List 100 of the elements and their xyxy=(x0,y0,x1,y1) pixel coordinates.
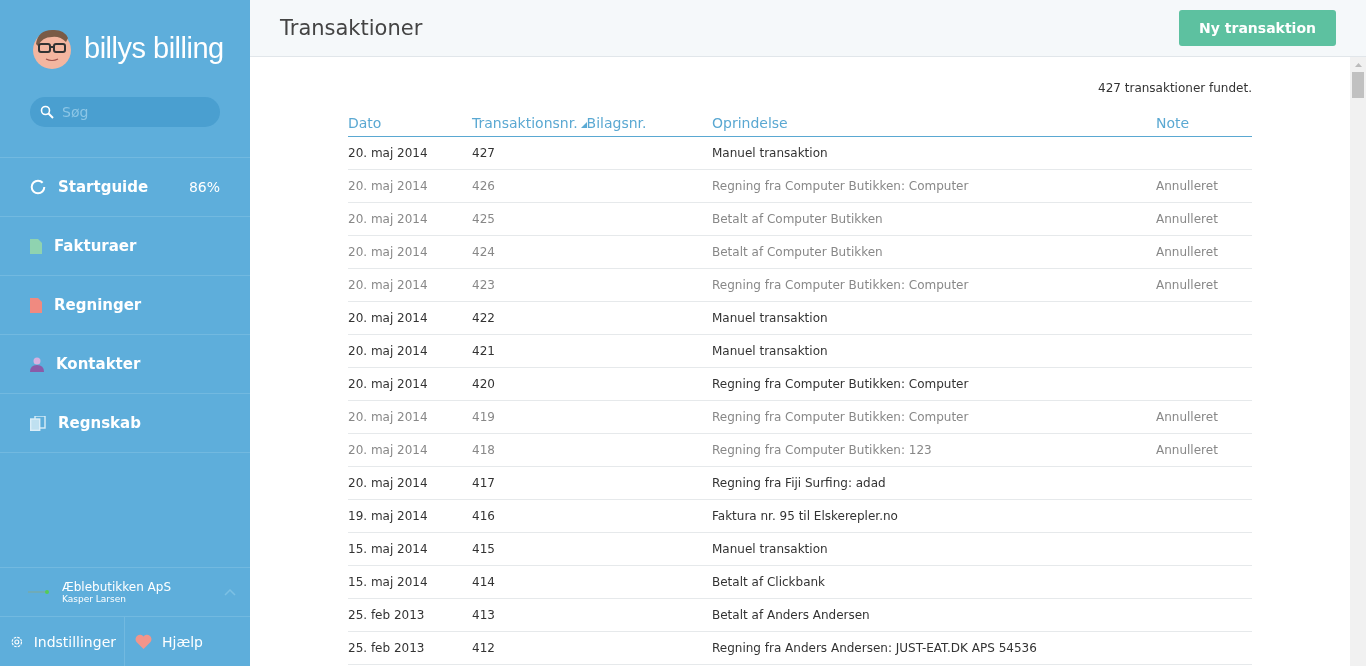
search-field[interactable]: Søg xyxy=(30,97,220,127)
date-cell: 20. maj 2014 xyxy=(348,278,428,292)
new-transaction-button[interactable]: Ny transaktion xyxy=(1179,10,1336,46)
company-logo-icon xyxy=(28,589,50,595)
sort-triangle-icon xyxy=(580,122,587,128)
scrollbar-thumb[interactable] xyxy=(1352,72,1364,98)
column-header[interactable]: Bilagsnr. xyxy=(586,115,647,131)
origin-cell: Faktura nr. 95 til Elskerepler.no xyxy=(712,509,898,523)
table-row[interactable]: 20. maj 2014 423 Regning fra Computer Butikken: Computer Annulleret xyxy=(348,268,1252,302)
origin-cell: Regning fra Computer Butikken: Computer xyxy=(712,410,969,424)
scrollbar[interactable] xyxy=(1350,57,1366,666)
note-cell: Annulleret xyxy=(1156,245,1218,259)
table-row[interactable]: 20. maj 2014 420 Regning fra Computer Butikken: Computer xyxy=(348,367,1252,401)
table-row[interactable]: 20. maj 2014 424 Betalt af Computer Butikken Annulleret xyxy=(348,235,1252,269)
date-cell: 15. maj 2014 xyxy=(348,542,428,556)
nav-item[interactable]: Fakturaer xyxy=(0,217,250,276)
page-title: Transaktioner xyxy=(280,16,423,40)
chevron-up-icon xyxy=(224,588,236,596)
origin-cell: Regning fra Computer Butikken: Computer xyxy=(712,278,969,292)
origin-cell: Regning fra Anders Andersen: JUST-EAT.DK APS 54536 xyxy=(712,641,1037,655)
number-cell: 420 xyxy=(472,377,495,391)
number-cell: 427 xyxy=(472,146,495,160)
date-cell: 25. feb 2013 xyxy=(348,641,425,655)
origin-cell: Regning fra Computer Butikken: Computer xyxy=(712,179,969,193)
column-header[interactable]: Note xyxy=(1156,115,1190,131)
user-name: Kasper Larsen xyxy=(62,594,127,604)
origin-cell: Betalt af Anders Andersen xyxy=(712,608,870,622)
number-cell: 413 xyxy=(472,608,495,622)
date-cell: 20. maj 2014 xyxy=(348,344,428,358)
nav-item[interactable]: Regnskab xyxy=(0,394,250,453)
date-cell: 20. maj 2014 xyxy=(348,443,428,457)
table-row[interactable]: 25. feb 2013 413 Betalt af Anders Andersen xyxy=(348,598,1252,632)
date-cell: 20. maj 2014 xyxy=(348,377,428,391)
search-icon xyxy=(40,105,54,119)
logo-text: billys billing xyxy=(84,31,224,65)
table-row[interactable]: 20. maj 2014 422 Manuel transaktion xyxy=(348,301,1252,335)
origin-cell: Manuel transaktion xyxy=(712,146,828,160)
document-icon xyxy=(30,297,42,313)
number-cell: 425 xyxy=(472,212,495,226)
account-switcher[interactable]: Æblebutikken ApS Kasper Larsen xyxy=(0,567,250,616)
column-header[interactable]: Dato xyxy=(348,115,382,131)
number-cell: 419 xyxy=(472,410,495,424)
number-cell: 412 xyxy=(472,641,495,655)
table-row[interactable]: 20. maj 2014 417 Regning fra Fiji Surfing: adad xyxy=(348,466,1252,500)
number-cell: 426 xyxy=(472,179,495,193)
footer-link[interactable]: Indstillinger xyxy=(0,617,125,666)
date-cell: 20. maj 2014 xyxy=(348,212,428,226)
origin-cell: Regning fra Computer Butikken: Computer xyxy=(712,377,969,391)
date-cell: 25. feb 2013 xyxy=(348,608,425,622)
company-name: Æblebutikken ApS xyxy=(62,580,172,594)
origin-cell: Manuel transaktion xyxy=(712,311,828,325)
date-cell: 15. maj 2014 xyxy=(348,575,428,589)
number-cell: 417 xyxy=(472,476,495,490)
origin-cell: Regning fra Fiji Surfing: adad xyxy=(712,476,886,490)
number-cell: 418 xyxy=(472,443,495,457)
footer-link[interactable]: Hjælp xyxy=(125,617,211,666)
table-row[interactable]: 25. feb 2013 412 Regning fra Anders Andersen: JUST-EAT.DK APS 54536 xyxy=(348,631,1252,665)
number-cell: 422 xyxy=(472,311,495,325)
origin-cell: Regning fra Computer Butikken: 123 xyxy=(712,443,932,457)
documents-icon xyxy=(30,415,46,431)
date-cell: 20. maj 2014 xyxy=(348,311,428,325)
table-row[interactable]: 20. maj 2014 419 Regning fra Computer Butikken: Computer Annulleret xyxy=(348,400,1252,434)
progress-ring-icon xyxy=(30,179,46,195)
person-icon xyxy=(30,356,44,372)
note-cell: Annulleret xyxy=(1156,443,1218,457)
note-cell: Annulleret xyxy=(1156,179,1218,193)
heart-icon xyxy=(135,634,152,649)
column-header[interactable]: Transaktionsnr. xyxy=(472,115,587,131)
number-cell: 421 xyxy=(472,344,495,358)
note-cell: Annulleret xyxy=(1156,212,1218,226)
table-row[interactable]: 20. maj 2014 426 Regning fra Computer Butikken: Computer Annulleret xyxy=(348,169,1252,203)
table-row[interactable]: 20. maj 2014 421 Manuel transaktion xyxy=(348,334,1252,368)
number-cell: 424 xyxy=(472,245,495,259)
scroll-up-arrow-icon[interactable] xyxy=(1354,63,1362,67)
document-icon xyxy=(30,238,42,254)
nav-item[interactable]: Kontakter xyxy=(0,335,250,394)
note-cell: Annulleret xyxy=(1156,278,1218,292)
date-cell: 20. maj 2014 xyxy=(348,410,428,424)
date-cell: 20. maj 2014 xyxy=(348,245,428,259)
number-cell: 414 xyxy=(472,575,495,589)
number-cell: 416 xyxy=(472,509,495,523)
table-row[interactable]: 15. maj 2014 414 Betalt af Clickbank xyxy=(348,565,1252,599)
column-header[interactable]: Oprindelse xyxy=(712,115,788,131)
table-row[interactable]: 20. maj 2014 425 Betalt af Computer Butikken Annulleret xyxy=(348,202,1252,236)
date-cell: 19. maj 2014 xyxy=(348,509,428,523)
origin-cell: Betalt af Computer Butikken xyxy=(712,245,883,259)
nav-item[interactable]: Startguide 86% xyxy=(0,158,250,217)
table-row[interactable]: 19. maj 2014 416 Faktura nr. 95 til Elskerepler.no xyxy=(348,499,1252,533)
origin-cell: Betalt af Clickbank xyxy=(712,575,826,589)
number-cell: 415 xyxy=(472,542,495,556)
note-cell: Annulleret xyxy=(1156,410,1218,424)
table-row[interactable]: 20. maj 2014 427 Manuel transaktion xyxy=(348,136,1252,170)
date-cell: 20. maj 2014 xyxy=(348,179,428,193)
table-row[interactable]: 15. maj 2014 415 Manuel transaktion xyxy=(348,532,1252,566)
table-row[interactable]: 20. maj 2014 418 Regning fra Computer Butikken: 123 Annulleret xyxy=(348,433,1252,467)
date-cell: 20. maj 2014 xyxy=(348,476,428,490)
nav-item[interactable]: Regninger xyxy=(0,276,250,335)
number-cell: 423 xyxy=(472,278,495,292)
date-cell: 20. maj 2014 xyxy=(348,146,428,160)
origin-cell: Manuel transaktion xyxy=(712,542,828,556)
